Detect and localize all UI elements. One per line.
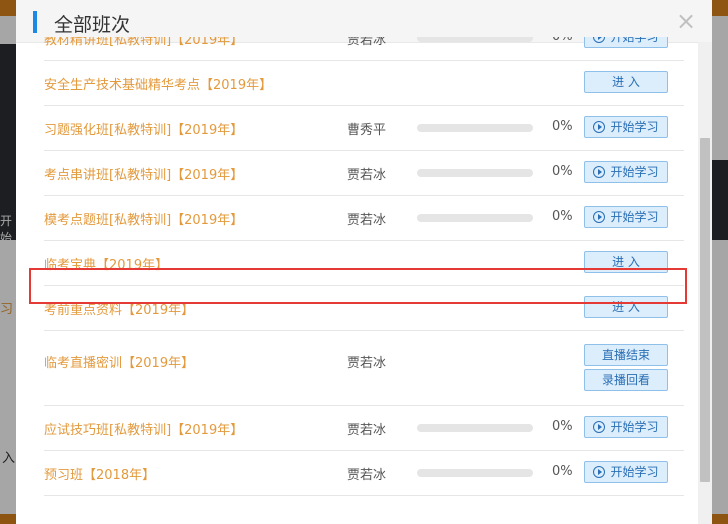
play-circle-icon	[593, 120, 606, 133]
start-study-button[interactable]: 开始学习	[584, 205, 668, 228]
button-label: 开始学习	[610, 119, 659, 134]
course-row: 临考直播密训【2019年】 贾若冰 直播结束录播回看	[44, 330, 684, 406]
start-study-button[interactable]: 开始学习	[584, 160, 668, 183]
scrollbar[interactable]	[698, 42, 712, 524]
scrollbar-thumb[interactable]	[700, 138, 710, 482]
play-circle-icon	[593, 420, 606, 433]
course-name-link[interactable]: 考点串讲班[私教特训]【2019年】	[44, 164, 243, 183]
button-label: 录播回看	[601, 373, 650, 387]
button-label: 开始学习	[610, 164, 659, 179]
button-label: 开始学习	[610, 37, 658, 44]
live-ended-button[interactable]: 直播结束	[584, 344, 668, 366]
progress-bar	[417, 37, 533, 42]
course-name-link[interactable]: 习题强化班[私教特训]【2019年】	[44, 119, 243, 138]
enter-button[interactable]: 进 入	[584, 70, 668, 93]
progress-bar	[417, 123, 533, 132]
teacher-name: 曹秀平	[347, 122, 387, 138]
play-circle-icon	[593, 465, 606, 478]
course-name-link[interactable]: 教材精讲班[私教特训]【2019年】	[44, 37, 243, 48]
button-label: 开始学习	[610, 209, 659, 224]
close-icon[interactable]: ×	[675, 8, 697, 34]
progress-percent: 0%	[552, 118, 573, 134]
progress-bar	[417, 423, 533, 432]
play-circle-icon	[593, 37, 606, 43]
title-accent-bar	[33, 11, 37, 33]
progress-bar	[417, 213, 533, 222]
play-circle-icon	[593, 210, 606, 223]
dialog-title: 全部班次	[54, 14, 131, 36]
progress-percent: 0%	[552, 208, 573, 224]
course-row: 预习班【2018年】 贾若冰 0% 开始学习	[44, 450, 684, 496]
button-label: 直播结束	[601, 348, 650, 362]
teacher-name: 贾若冰	[347, 167, 387, 183]
course-name-link[interactable]: 临考宝典【2019年】	[44, 254, 168, 273]
course-row: 模考点题班[私教特训]【2019年】 贾若冰 0% 开始学习	[44, 195, 684, 241]
play-circle-icon	[593, 165, 606, 178]
course-name-link[interactable]: 安全生产技术基础精华考点【2019年】	[44, 74, 272, 93]
start-study-button[interactable]: 开始学习	[584, 460, 668, 483]
all-classes-dialog: 全部班次 × 教材精讲班[私教特训]【2019年】贾若冰0%开始学习安全生产技术…	[16, 0, 712, 524]
progress-bar	[417, 168, 533, 177]
course-name-link[interactable]: 考前重点资料【2019年】	[44, 299, 194, 318]
start-study-button[interactable]: 开始学习	[584, 415, 668, 438]
course-list: 教材精讲班[私教特训]【2019年】贾若冰0%开始学习安全生产技术基础精华考点【…	[44, 37, 684, 524]
course-name-link[interactable]: 模考点题班[私教特训]【2019年】	[44, 209, 243, 228]
course-name-link[interactable]: 临考直播密训【2019年】	[44, 352, 194, 371]
course-name-link[interactable]: 预习班【2018年】	[44, 464, 155, 483]
start-study-button[interactable]: 开始学习	[584, 115, 668, 138]
teacher-name: 贾若冰	[347, 356, 387, 371]
course-row: 安全生产技术基础精华考点【2019年】 进 入	[44, 60, 684, 106]
button-label: 开始学习	[610, 464, 659, 479]
course-row: 临考宝典【2019年】 进 入	[44, 240, 684, 286]
course-row: 教材精讲班[私教特训]【2019年】 贾若冰 0% 开始学习	[44, 37, 684, 61]
teacher-name: 贾若冰	[347, 467, 387, 483]
button-label: 进 入	[612, 74, 640, 89]
teacher-name: 贾若冰	[347, 37, 387, 48]
progress-bar	[417, 468, 533, 477]
button-label: 进 入	[612, 299, 640, 314]
progress-percent: 0%	[552, 163, 573, 179]
button-label: 开始学习	[610, 419, 659, 434]
progress-percent: 0%	[552, 37, 573, 44]
teacher-name: 贾若冰	[347, 422, 387, 438]
enter-button[interactable]: 进 入	[584, 295, 668, 318]
course-row: 考前重点资料【2019年】 进 入	[44, 285, 684, 331]
course-row: 考点串讲班[私教特训]【2019年】 贾若冰 0% 开始学习	[44, 150, 684, 196]
replay-button[interactable]: 录播回看	[584, 369, 668, 391]
enter-button[interactable]: 进 入	[584, 250, 668, 273]
progress-percent: 0%	[552, 463, 573, 479]
start-study-button[interactable]: 开始学习	[584, 37, 668, 48]
course-name-link[interactable]: 应试技巧班[私教特训]【2019年】	[44, 419, 243, 438]
button-label: 进 入	[612, 254, 640, 269]
progress-percent: 0%	[552, 418, 573, 434]
course-row: 习题强化班[私教特训]【2019年】 曹秀平 0% 开始学习	[44, 105, 684, 151]
teacher-name: 贾若冰	[347, 212, 387, 228]
course-row: 应试技巧班[私教特训]【2019年】 贾若冰 0% 开始学习	[44, 405, 684, 451]
